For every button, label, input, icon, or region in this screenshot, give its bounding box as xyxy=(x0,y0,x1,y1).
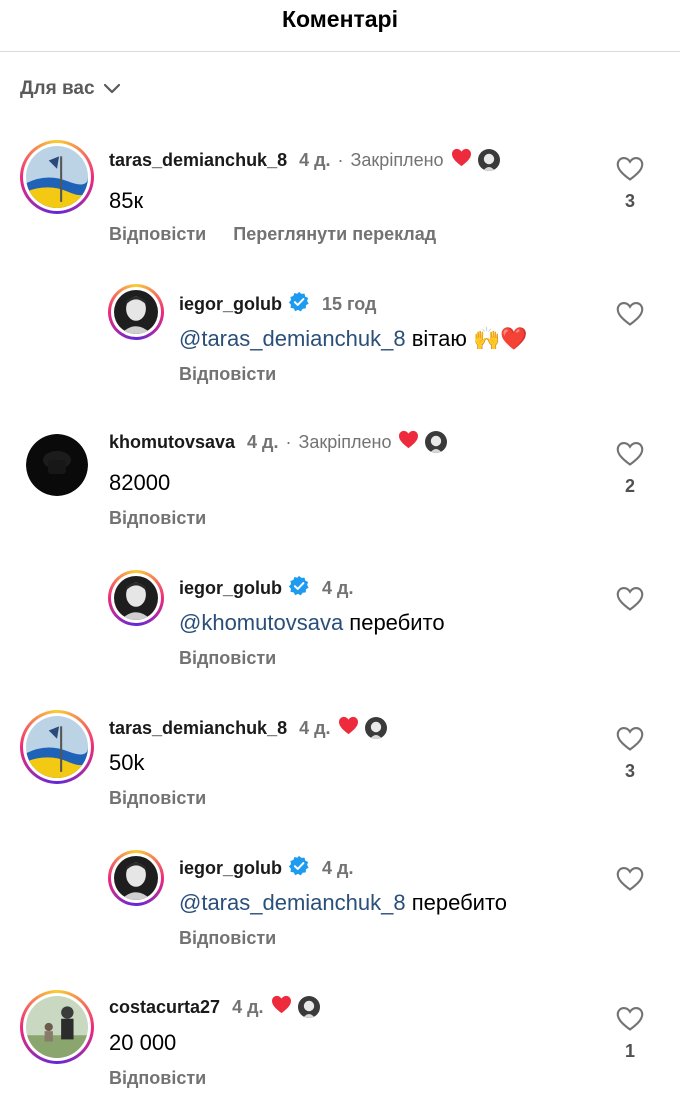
avatar[interactable] xyxy=(20,990,94,1064)
verified-badge-icon xyxy=(288,855,310,882)
separator-dot: · xyxy=(337,149,344,170)
pinned-label: Закріплено xyxy=(298,431,392,452)
pinned-label: Закріплено xyxy=(350,149,444,170)
chevron-down-icon xyxy=(103,83,120,94)
heart-outline-icon xyxy=(616,726,644,751)
comment-text: 50k xyxy=(109,750,145,775)
header: Коментарі xyxy=(0,0,680,52)
reply-button[interactable]: Відповісти xyxy=(179,364,276,385)
comment-username[interactable]: costacurta27 xyxy=(109,997,220,1018)
heart-filled-icon xyxy=(398,430,419,454)
heart-outline-icon xyxy=(616,1006,644,1031)
avatar[interactable] xyxy=(108,570,164,626)
see-translation-button[interactable]: Переглянути переклад xyxy=(233,224,436,245)
comment-username[interactable]: iegor_golub xyxy=(179,578,282,599)
like-count: 3 xyxy=(624,761,635,781)
mention-link[interactable]: @khomutovsava xyxy=(179,610,343,635)
avatar[interactable] xyxy=(26,434,88,496)
like-count: 1 xyxy=(624,1041,635,1061)
heart-outline-icon xyxy=(616,441,644,466)
comment-time: 4 д. xyxy=(299,717,331,738)
separator-dot: · xyxy=(285,431,292,452)
verified-badge-icon xyxy=(288,291,310,318)
comment-body: перебито xyxy=(405,890,508,915)
comment-time: 4 д. xyxy=(232,996,264,1017)
reply-button[interactable]: Відповісти xyxy=(109,1068,206,1089)
like-button[interactable]: 1 xyxy=(610,1006,650,1062)
heart-outline-icon xyxy=(616,156,644,181)
reply-button[interactable]: Відповісти xyxy=(109,224,206,245)
comment-time: 4 д. xyxy=(322,578,354,598)
reply-button[interactable]: Відповісти xyxy=(179,648,276,669)
heart-filled-icon xyxy=(271,995,292,1019)
like-button[interactable] xyxy=(610,866,650,897)
sort-filter-label: Для вас xyxy=(20,78,95,99)
avatar[interactable] xyxy=(20,140,94,214)
heart-filled-icon xyxy=(338,716,359,740)
comment-text: @khomutovsava перебито xyxy=(179,610,445,636)
heart-outline-icon xyxy=(616,301,644,326)
author-avatar-mini xyxy=(425,431,448,453)
comment-body: вітаю 🙌❤️ xyxy=(405,326,528,351)
heart-outline-icon xyxy=(616,866,644,891)
comment-text: 85к xyxy=(109,188,144,213)
comment-username[interactable]: iegor_golub xyxy=(179,858,282,879)
reply-button[interactable]: Відповісти xyxy=(109,508,206,529)
comment-text: 20 000 xyxy=(109,1030,177,1055)
author-avatar-mini xyxy=(477,149,500,171)
author-avatar-mini xyxy=(297,996,320,1018)
heart-filled-icon xyxy=(451,148,472,172)
comment-time: 15 год xyxy=(322,294,377,314)
comment-username[interactable]: taras_demianchuk_8 xyxy=(109,150,287,171)
sort-filter-dropdown[interactable]: Для вас xyxy=(20,78,121,100)
like-button[interactable]: 3 xyxy=(610,156,650,212)
like-count: 2 xyxy=(624,476,635,496)
comment-time: 4 д. xyxy=(247,431,279,452)
comment-body: перебито xyxy=(343,610,445,635)
page-title: Коментарі xyxy=(282,6,398,32)
author-avatar-mini xyxy=(364,717,387,739)
heart-outline-icon xyxy=(616,586,644,611)
comment-time: 4 д. xyxy=(322,858,354,878)
like-count: 3 xyxy=(624,191,635,211)
avatar[interactable] xyxy=(108,850,164,906)
like-button[interactable]: 3 xyxy=(610,726,650,782)
comment-text: @taras_demianchuk_8 перебито xyxy=(179,890,507,916)
comment-text: 82000 xyxy=(109,470,171,495)
mention-link[interactable]: @taras_demianchuk_8 xyxy=(179,326,406,351)
comment-time: 4 д. xyxy=(299,149,331,170)
like-button[interactable] xyxy=(610,301,650,332)
mention-link[interactable]: @taras_demianchuk_8 xyxy=(179,890,406,915)
avatar[interactable] xyxy=(20,710,94,784)
comment-username[interactable]: khomutovsava xyxy=(109,432,235,453)
reply-button[interactable]: Відповісти xyxy=(179,928,276,949)
like-button[interactable]: 2 xyxy=(610,441,650,497)
verified-badge-icon xyxy=(288,575,310,602)
like-button[interactable] xyxy=(610,586,650,617)
comment-username[interactable]: taras_demianchuk_8 xyxy=(109,718,287,739)
avatar[interactable] xyxy=(108,284,164,340)
reply-button[interactable]: Відповісти xyxy=(109,788,206,809)
comment-username[interactable]: iegor_golub xyxy=(179,294,282,315)
comment-text: @taras_demianchuk_8 вітаю 🙌❤️ xyxy=(179,326,528,352)
